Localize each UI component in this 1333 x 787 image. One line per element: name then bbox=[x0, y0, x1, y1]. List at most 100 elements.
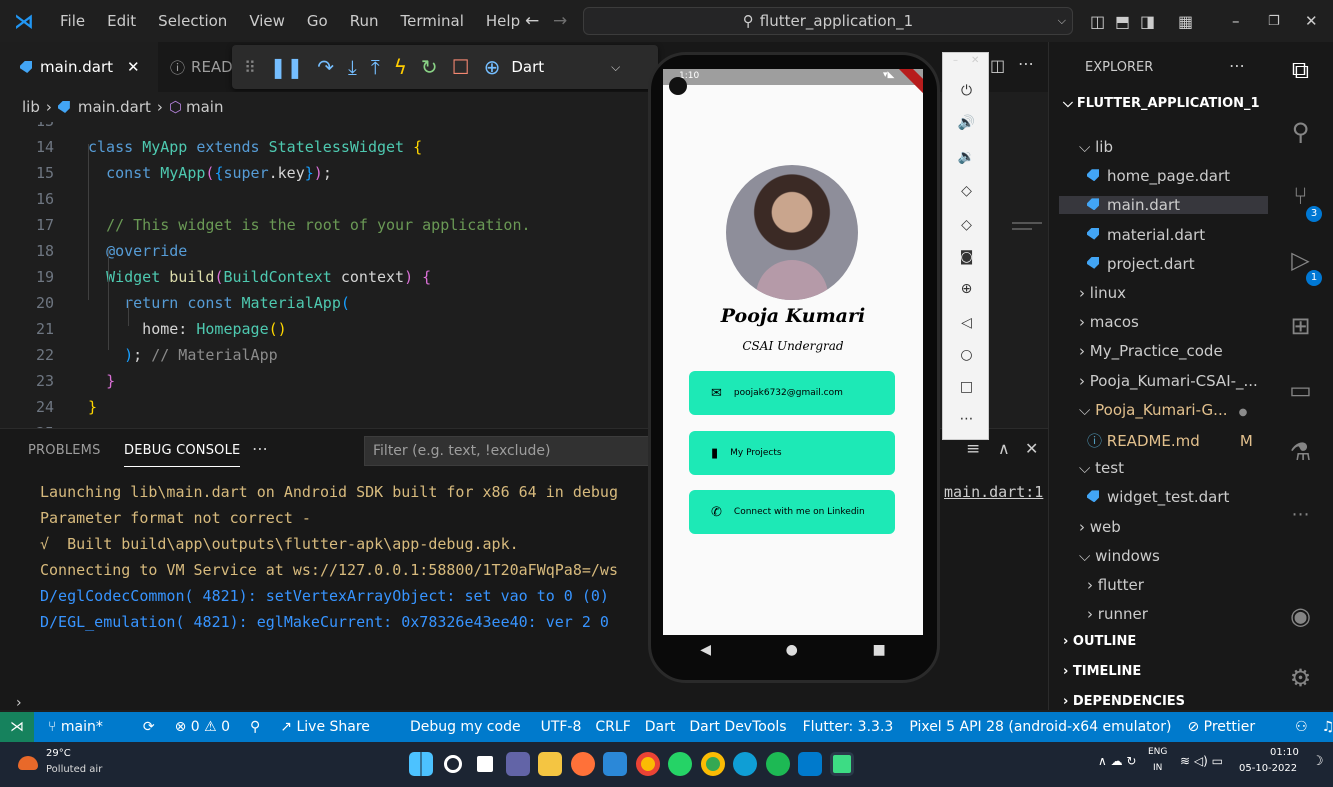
layout-custom-icon[interactable]: ▦ bbox=[1178, 12, 1193, 31]
drag-handle-icon[interactable]: ⠿ bbox=[244, 58, 256, 77]
more-icon[interactable]: ⋯ bbox=[1268, 504, 1333, 525]
mail-app-icon[interactable] bbox=[603, 752, 627, 776]
forward-arrow-icon[interactable]: → bbox=[553, 11, 567, 31]
debug-config-select[interactable]: Dart bbox=[511, 58, 544, 76]
split-editor-icon[interactable]: ◫ bbox=[990, 56, 1005, 75]
explorer-icon[interactable]: ⧉ bbox=[1268, 56, 1333, 84]
tree-item[interactable]: ⌵ test bbox=[1079, 459, 1124, 477]
explorer-more-icon[interactable]: ⋯ bbox=[1229, 56, 1245, 75]
nav-back-icon[interactable]: ◀ bbox=[700, 642, 711, 658]
code-line[interactable]: } bbox=[88, 372, 115, 390]
home-icon[interactable]: ○ bbox=[943, 347, 990, 363]
source-link[interactable]: main.dart:1 bbox=[944, 483, 1043, 501]
console-filter-input[interactable]: Filter (e.g. text, !exclude) bbox=[364, 436, 654, 466]
menu-item-terminal[interactable]: Terminal bbox=[401, 12, 464, 30]
code-line[interactable]: @override bbox=[88, 242, 187, 260]
problems-item[interactable]: ⊗ 0 ⚠ 0 bbox=[175, 719, 230, 735]
tree-item[interactable]: › Pooja_Kumari-CSAI-_... bbox=[1079, 372, 1258, 390]
step-out-icon[interactable]: ⤒ bbox=[371, 55, 380, 79]
screenshot-icon[interactable]: ◙ bbox=[943, 249, 990, 265]
more-tabs-icon[interactable]: ⋯ bbox=[252, 439, 268, 458]
spotify-icon[interactable] bbox=[766, 752, 790, 776]
breadcrumb-symbol[interactable]: main bbox=[186, 98, 223, 116]
debug-config-item[interactable]: Debug my code bbox=[410, 719, 521, 735]
remote-icon[interactable]: ⋊ bbox=[0, 712, 34, 742]
tree-item[interactable]: › flutter bbox=[1087, 576, 1144, 594]
volume-up-icon[interactable]: 🔊 bbox=[943, 115, 990, 131]
encoding-item[interactable]: UTF-8 bbox=[541, 719, 582, 735]
tree-item[interactable]: › My_Practice_code bbox=[1079, 342, 1223, 360]
devtools-item[interactable]: Dart DevTools bbox=[689, 719, 786, 735]
nav-home-icon[interactable]: ● bbox=[786, 642, 798, 658]
source-control-icon[interactable]: ⑂ bbox=[1268, 182, 1333, 210]
remote-explorer-icon[interactable]: ▭ bbox=[1268, 376, 1333, 404]
menu-item-go[interactable]: Go bbox=[307, 12, 328, 30]
command-center-search[interactable]: ⚲ flutter_application_1 ⌵ bbox=[583, 7, 1073, 35]
code-line[interactable]: home: Homepage() bbox=[88, 320, 287, 338]
lang-label[interactable]: ENG bbox=[1148, 747, 1167, 757]
tree-item[interactable]: › runner bbox=[1087, 605, 1148, 623]
hot-reload-icon[interactable]: ϟ bbox=[394, 55, 407, 79]
task-view-icon[interactable] bbox=[477, 756, 493, 772]
code-line[interactable]: class MyApp extends StatelessWidget { bbox=[88, 138, 422, 156]
restore-icon[interactable]: ❐ bbox=[1268, 14, 1280, 29]
close-tab-icon[interactable]: ✕ bbox=[127, 58, 140, 76]
clock-time[interactable]: 01:10 bbox=[1270, 747, 1299, 758]
vscode-taskbar-icon[interactable] bbox=[798, 752, 822, 776]
chevron-down-icon[interactable]: ⌵ bbox=[611, 60, 620, 75]
menu-item-file[interactable]: File bbox=[60, 12, 85, 30]
code-line[interactable]: ); // MaterialApp bbox=[88, 346, 278, 364]
dependencies-section[interactable]: › DEPENDENCIES bbox=[1063, 694, 1185, 709]
close-emulator-icon[interactable]: ✕ bbox=[971, 55, 979, 66]
clock-date[interactable]: 05-10-2022 bbox=[1239, 763, 1297, 774]
settings-gear-icon[interactable]: ⚙ bbox=[1268, 664, 1333, 692]
whatsapp-icon[interactable] bbox=[668, 752, 692, 776]
firefox-icon[interactable] bbox=[571, 752, 595, 776]
tree-item[interactable]: › web bbox=[1079, 518, 1121, 536]
maximize-panel-icon[interactable]: ∧ bbox=[998, 439, 1010, 458]
region-label[interactable]: IN bbox=[1153, 763, 1162, 773]
console-prompt-icon[interactable]: › bbox=[16, 695, 22, 711]
eol-item[interactable]: CRLF bbox=[595, 719, 630, 735]
emulator-screen[interactable]: 1:10 ▾◣ Pooja Kumari CSAI Undergrad ✉ poo… bbox=[663, 69, 923, 635]
layout-panel-icon[interactable]: ⬒ bbox=[1115, 12, 1130, 31]
tree-item[interactable]: main.dart bbox=[1059, 196, 1268, 215]
rotate-left-icon[interactable]: ◇ bbox=[943, 183, 990, 199]
menu-item-help[interactable]: Help bbox=[486, 12, 520, 30]
teams-chat-icon[interactable] bbox=[506, 752, 530, 776]
menu-item-edit[interactable]: Edit bbox=[107, 12, 136, 30]
step-over-icon[interactable]: ↷ bbox=[317, 55, 334, 79]
back-icon[interactable]: ◁ bbox=[943, 315, 990, 331]
tree-item[interactable]: ⌵ Pooja_Kumari-G... ● bbox=[1079, 401, 1247, 419]
notifications-icon[interactable]: ♫ bbox=[1322, 719, 1333, 735]
tray-up-icon[interactable]: ∧ ☁ ↻ bbox=[1098, 754, 1136, 768]
step-into-icon[interactable]: ⤓ bbox=[348, 55, 357, 79]
wifi-icon[interactable]: ≋ ◁) ▭ bbox=[1180, 754, 1223, 768]
back-arrow-icon[interactable]: ← bbox=[525, 11, 539, 31]
code-line[interactable]: } bbox=[88, 398, 97, 416]
linkedin-card[interactable]: ✆ Connect with me on Linkedin bbox=[689, 490, 895, 534]
run-debug-icon[interactable]: ▷ bbox=[1268, 246, 1333, 274]
account-icon[interactable]: ◉ bbox=[1268, 602, 1333, 630]
more-actions-icon[interactable]: ⋯ bbox=[1018, 54, 1034, 73]
volume-down-icon[interactable]: 🔉 bbox=[943, 149, 990, 165]
timeline-section[interactable]: › TIMELINE bbox=[1063, 664, 1141, 679]
pause-icon[interactable]: ❚❚ bbox=[270, 55, 304, 79]
menu-item-view[interactable]: View bbox=[249, 12, 285, 30]
tab-problems[interactable]: PROBLEMS bbox=[28, 443, 101, 458]
tree-item[interactable]: project.dart bbox=[1087, 255, 1195, 273]
tab-main-dart[interactable]: main.dart ✕ bbox=[0, 42, 158, 92]
windows-start-icon[interactable] bbox=[409, 752, 433, 776]
code-line[interactable]: Widget build(BuildContext context) { bbox=[88, 268, 431, 286]
overview-icon[interactable]: □ bbox=[943, 379, 990, 395]
tab-readme[interactable]: ⓘ READ bbox=[158, 42, 238, 92]
search-icon[interactable]: ⚲ bbox=[1268, 118, 1333, 146]
tree-item[interactable]: ⓘ README.md M bbox=[1087, 430, 1253, 451]
tree-item[interactable]: › linux bbox=[1079, 284, 1126, 302]
device-item[interactable]: Pixel 5 API 28 (android-x64 emulator) bbox=[909, 719, 1171, 735]
flutter-version-item[interactable]: Flutter: 3.3.3 bbox=[803, 719, 894, 735]
minimize-emulator-icon[interactable]: – bbox=[953, 55, 958, 66]
nav-recents-icon[interactable]: ■ bbox=[872, 642, 885, 658]
menu-item-run[interactable]: Run bbox=[350, 12, 379, 30]
layout-secondary-icon[interactable]: ◨ bbox=[1140, 12, 1155, 31]
